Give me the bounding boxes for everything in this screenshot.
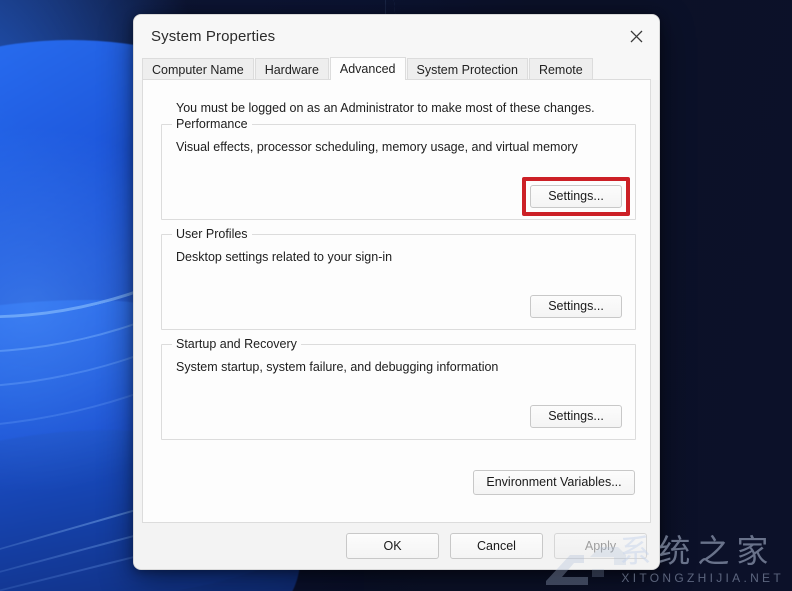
performance-settings-button[interactable]: Settings... (530, 185, 622, 208)
group-description: System startup, system failure, and debu… (176, 360, 499, 374)
ok-button[interactable]: OK (346, 533, 439, 559)
desktop-background: System Properties Computer Name Hardware… (0, 0, 792, 591)
system-properties-dialog: System Properties Computer Name Hardware… (133, 14, 660, 570)
administrator-note: You must be logged on as an Administrato… (176, 101, 595, 115)
tab-label: Hardware (264, 62, 319, 77)
tab-label: System Protection (416, 62, 518, 77)
cancel-button[interactable]: Cancel (450, 533, 543, 559)
dialog-title: System Properties (151, 27, 276, 45)
tab-label: Remote (538, 62, 583, 77)
advanced-tab-panel: You must be logged on as an Administrato… (142, 79, 651, 523)
tab-strip: Computer Name Hardware Advanced System P… (134, 57, 659, 80)
close-icon[interactable] (613, 15, 659, 57)
tab-computer-name[interactable]: Computer Name (142, 58, 254, 80)
dialog-footer: OK Cancel Apply (134, 523, 659, 569)
group-description: Desktop settings related to your sign-in (176, 250, 393, 264)
tab-system-protection[interactable]: System Protection (406, 58, 528, 80)
group-legend: User Profiles (172, 227, 252, 241)
tab-hardware[interactable]: Hardware (254, 58, 329, 80)
startup-recovery-settings-button[interactable]: Settings... (530, 405, 622, 428)
tab-remote[interactable]: Remote (528, 58, 593, 80)
tab-label: Computer Name (152, 62, 244, 77)
user-profiles-settings-button[interactable]: Settings... (530, 295, 622, 318)
group-performance: Performance Visual effects, processor sc… (161, 117, 636, 220)
tab-advanced[interactable]: Advanced (329, 57, 406, 80)
apply-button[interactable]: Apply (554, 533, 647, 559)
environment-variables-button[interactable]: Environment Variables... (473, 470, 635, 495)
group-legend: Startup and Recovery (172, 337, 301, 351)
group-description: Visual effects, processor scheduling, me… (176, 140, 578, 154)
group-user-profiles: User Profiles Desktop settings related t… (161, 227, 636, 330)
tab-label: Advanced (339, 62, 396, 76)
dialog-titlebar: System Properties (134, 15, 659, 57)
group-startup-and-recovery: Startup and Recovery System startup, sys… (161, 337, 636, 440)
group-legend: Performance (172, 117, 252, 131)
